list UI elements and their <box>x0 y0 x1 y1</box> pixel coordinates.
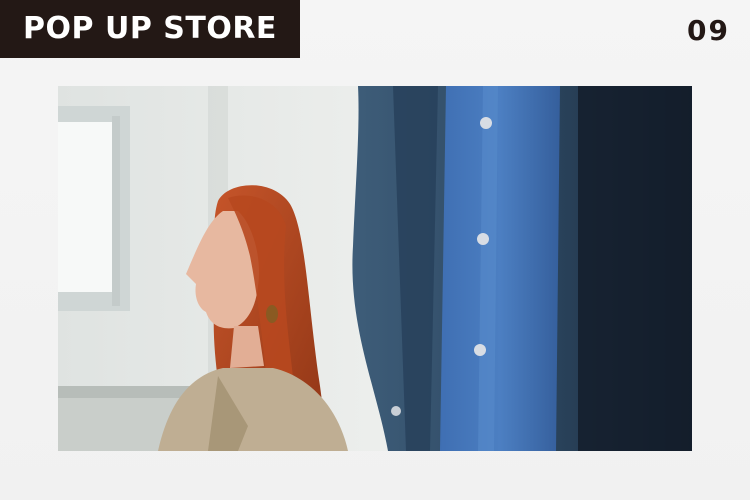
page-number: 09 <box>687 14 730 47</box>
photo-illustration <box>58 86 692 451</box>
feature-photo <box>58 86 692 451</box>
badge-label: POP UP STORE <box>23 11 277 46</box>
pop-up-store-badge: POP UP STORE <box>0 0 300 58</box>
